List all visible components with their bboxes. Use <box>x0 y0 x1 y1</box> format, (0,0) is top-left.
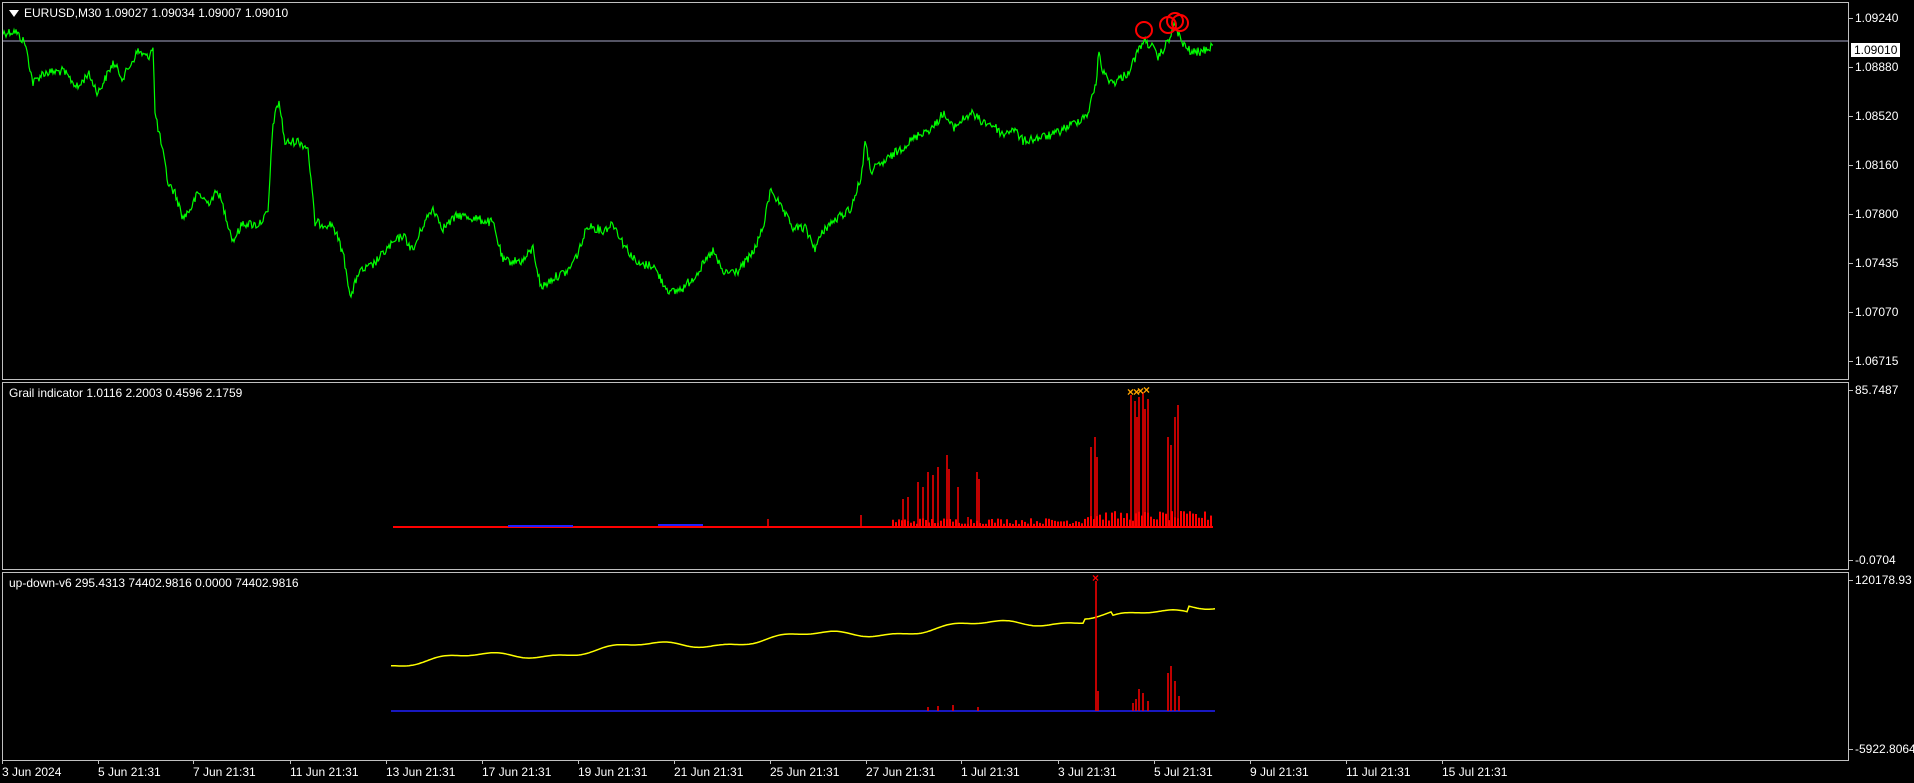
price-scale[interactable]: 1.09240 1.08880 1.08520 1.08160 1.07800 … <box>1848 2 1914 380</box>
time-label: 17 Jun 21:31 <box>482 761 552 779</box>
price-tick: 1.08520 <box>1848 109 1899 123</box>
updown-cross-marker: × <box>1092 573 1099 585</box>
price-tick: 1.09240 <box>1848 11 1899 25</box>
updown-yellow-line <box>390 605 1216 667</box>
time-axis[interactable]: 3 Jun 2024 5 Jun 21:31 7 Jun 21:31 11 Ju… <box>0 761 1914 783</box>
signal-circle-marker <box>1135 21 1153 39</box>
grail-cross-marker: × <box>1143 383 1150 397</box>
time-label: 3 Jun 2024 <box>2 761 62 779</box>
updown-scale[interactable]: 120178.93 -5922.8064 <box>1849 572 1914 761</box>
grail-scale[interactable]: 85.7487 -0.0704 <box>1848 382 1914 570</box>
time-label: 7 Jun 21:31 <box>193 761 256 779</box>
price-tick: 1.06715 <box>1848 354 1899 368</box>
price-tick: 1.08880 <box>1848 60 1899 74</box>
time-label: 5 Jul 21:31 <box>1154 761 1213 779</box>
price-chart-canvas[interactable] <box>3 3 1848 379</box>
time-label: 21 Jun 21:31 <box>674 761 744 779</box>
price-chart-pane[interactable]: EURUSD,M30 1.09027 1.09034 1.09007 1.090… <box>2 2 1849 380</box>
grail-tick: -0.0704 <box>1849 553 1896 567</box>
price-tick: 1.07800 <box>1848 207 1899 221</box>
time-label: 27 Jun 21:31 <box>866 761 936 779</box>
price-tick: 1.07070 <box>1848 305 1899 319</box>
price-tick: 1.07435 <box>1848 256 1899 270</box>
grail-indicator-pane[interactable]: Grail indicator 1.0116 2.2003 0.4596 2.1… <box>2 382 1849 570</box>
price-tick: 1.08160 <box>1848 158 1899 172</box>
time-label: 25 Jun 21:31 <box>770 761 840 779</box>
grail-indicator-canvas[interactable]: ×××× <box>3 383 1848 569</box>
time-label: 5 Jun 21:31 <box>98 761 161 779</box>
time-label: 19 Jun 21:31 <box>578 761 648 779</box>
updown-indicator-canvas[interactable]: × <box>3 573 1848 760</box>
time-label: 15 Jul 21:31 <box>1442 761 1508 779</box>
updown-tick: 120178.93 <box>1849 573 1912 587</box>
updown-indicator-pane[interactable]: up-down-v6 295.4313 74402.9816 0.0000 74… <box>2 572 1849 761</box>
current-price-label: 1.09010 <box>1851 43 1901 57</box>
time-label: 3 Jul 21:31 <box>1058 761 1117 779</box>
price-line <box>3 21 1214 299</box>
time-label: 1 Jul 21:31 <box>961 761 1020 779</box>
grail-tick: 85.7487 <box>1848 383 1899 397</box>
time-label: 9 Jul 21:31 <box>1250 761 1309 779</box>
time-label: 13 Jun 21:31 <box>386 761 456 779</box>
time-label: 11 Jun 21:31 <box>290 761 359 779</box>
time-label: 11 Jul 21:31 <box>1346 761 1411 779</box>
updown-tick: -5922.8064 <box>1849 742 1914 756</box>
